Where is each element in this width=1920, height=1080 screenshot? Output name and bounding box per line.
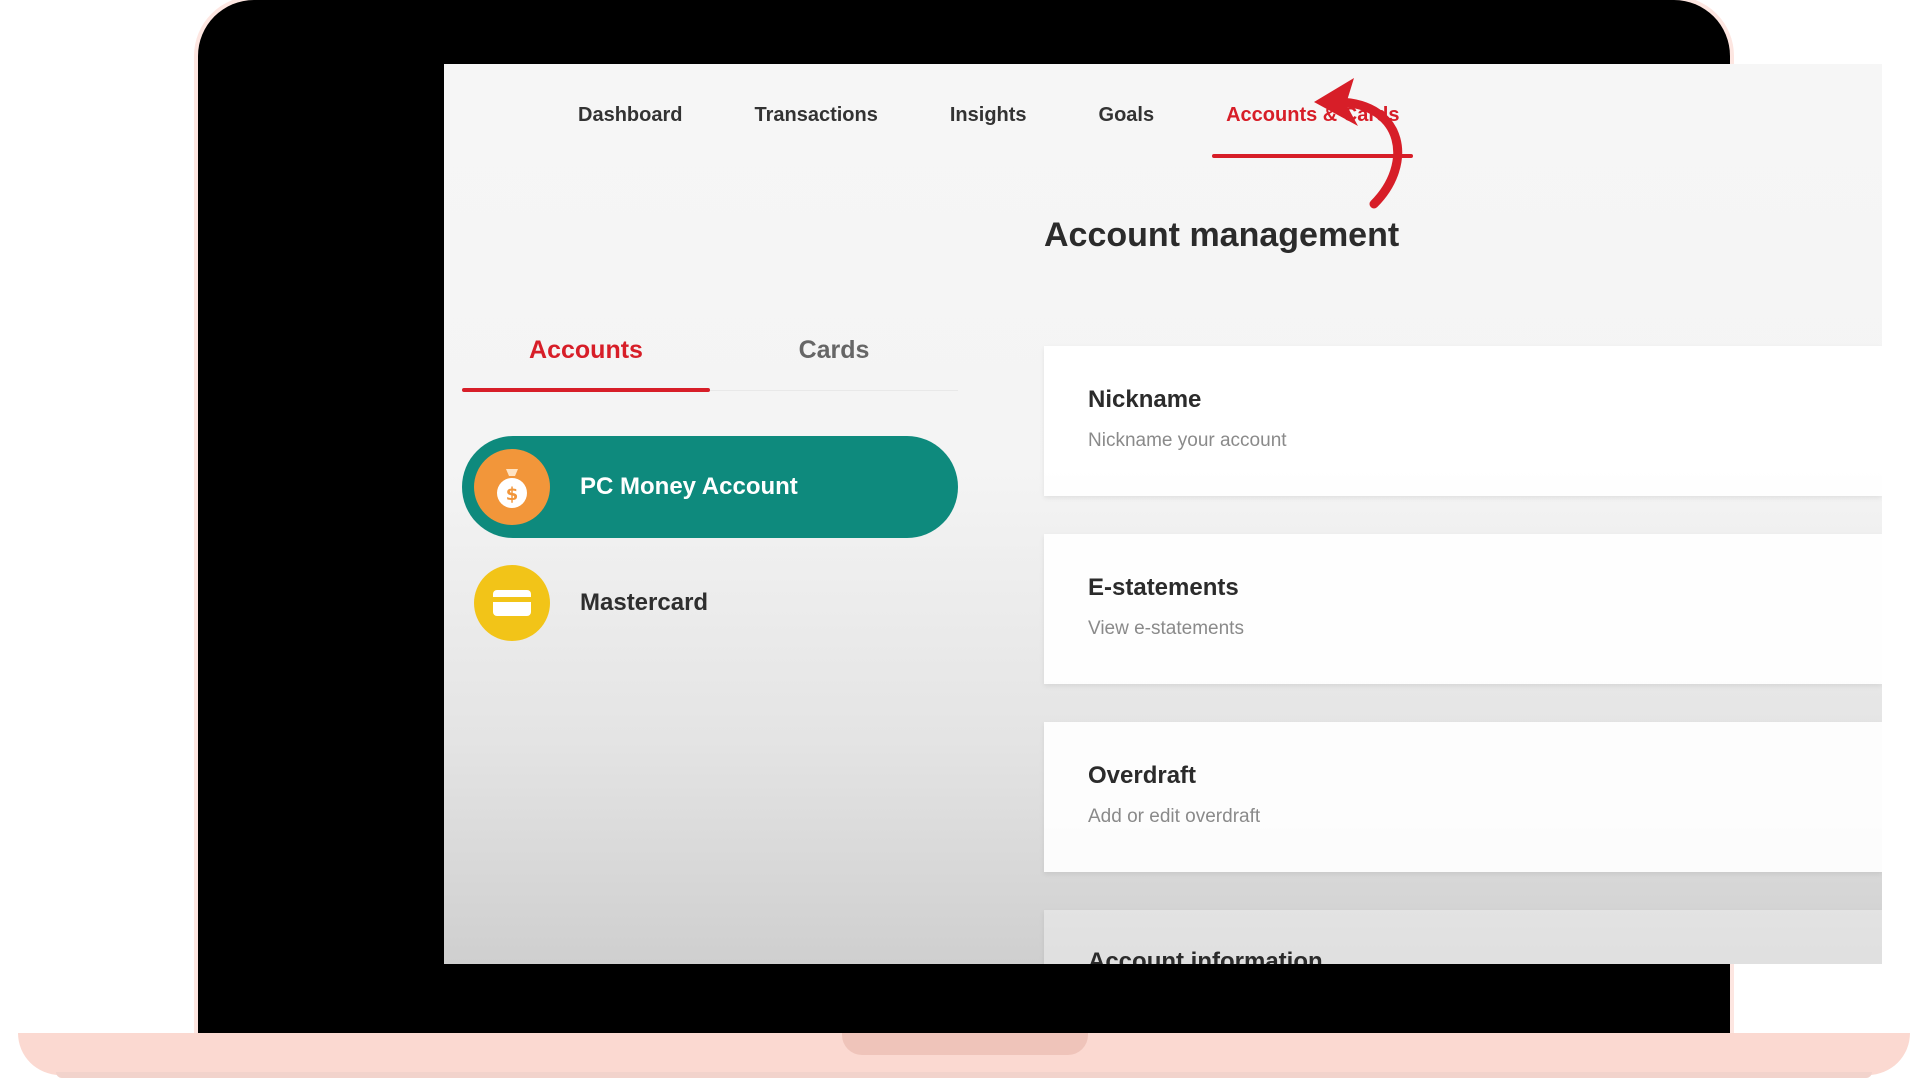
money-bag-icon: $	[474, 449, 550, 525]
nav-dashboard[interactable]: Dashboard	[564, 96, 696, 144]
option-title: Nickname	[1088, 386, 1202, 413]
option-title: E-statements	[1088, 574, 1239, 601]
nav-goals[interactable]: Goals	[1085, 96, 1169, 144]
account-list: $ PC Money Account Mastercard	[462, 436, 958, 668]
app-screen: Dashboard Transactions Insights Goals Ac…	[444, 64, 1882, 964]
option-subtitle: View e-statements	[1088, 618, 1244, 639]
option-e-statements[interactable]: E-statements View e-statements	[1044, 534, 1882, 684]
svg-text:$: $	[506, 484, 519, 505]
option-nickname[interactable]: Nickname Nickname your account	[1044, 346, 1882, 496]
option-subtitle: Add or edit overdraft	[1088, 806, 1261, 827]
option-title: Account information	[1088, 948, 1323, 964]
account-label: Mastercard	[580, 589, 709, 616]
nav-transactions[interactable]: Transactions	[740, 96, 891, 144]
laptop-frame: Dashboard Transactions Insights Goals Ac…	[198, 0, 1882, 1036]
account-options-list: Nickname Nickname your account E-stateme…	[1044, 346, 1882, 964]
tab-cards[interactable]: Cards	[710, 330, 958, 390]
account-label: PC Money Account	[580, 473, 798, 500]
nav-insights[interactable]: Insights	[936, 96, 1041, 144]
option-account-information[interactable]: Account information	[1044, 910, 1882, 964]
credit-card-icon	[474, 565, 550, 641]
laptop-base-shadow	[56, 1072, 1872, 1078]
option-overdraft[interactable]: Overdraft Add or edit overdraft	[1044, 722, 1882, 872]
laptop-notch	[842, 1033, 1088, 1055]
red-arrow-annotation-icon	[1314, 78, 1402, 209]
page-title: Account management	[1044, 216, 1400, 254]
account-item-pc-money[interactable]: $ PC Money Account	[462, 436, 958, 538]
option-title: Overdraft	[1088, 762, 1197, 789]
tab-accounts[interactable]: Accounts	[462, 330, 710, 392]
account-card-tabs: Accounts Cards	[462, 330, 958, 392]
option-subtitle: Nickname your account	[1088, 430, 1287, 451]
account-item-mastercard[interactable]: Mastercard	[462, 552, 958, 654]
